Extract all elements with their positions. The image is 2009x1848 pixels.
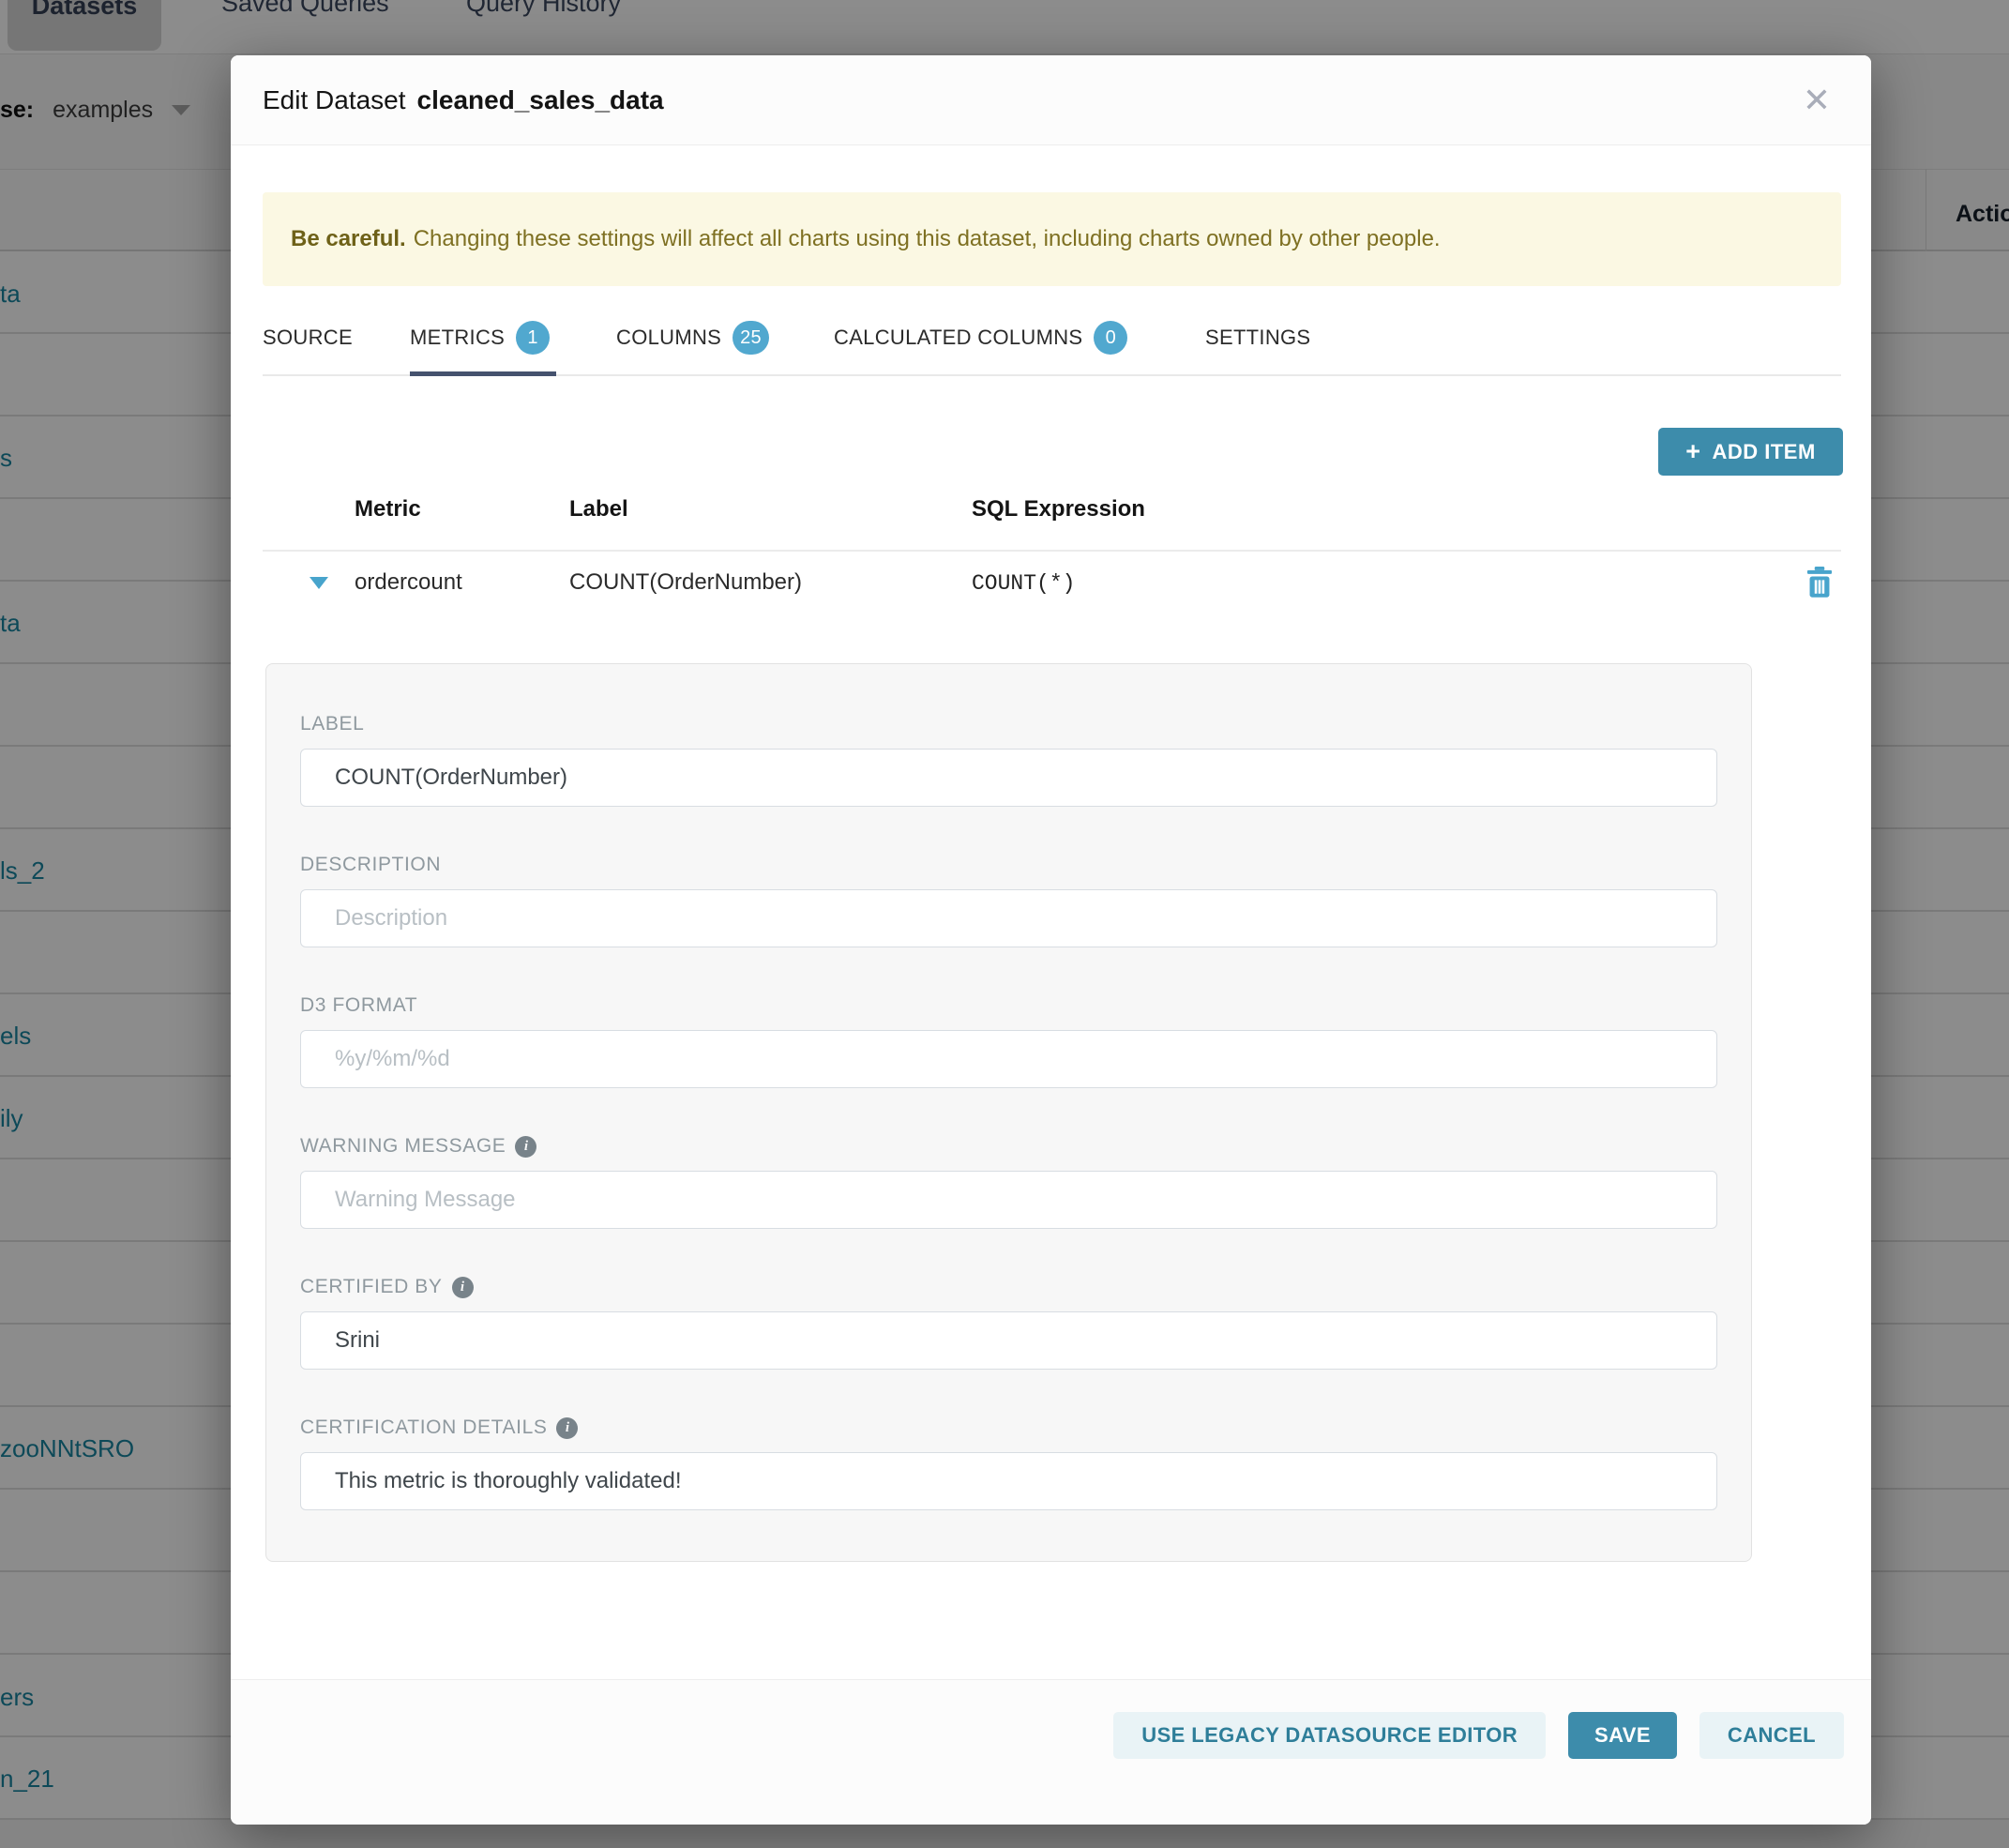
calculated-columns-count-badge: 0 xyxy=(1094,321,1127,355)
metrics-count-badge: 1 xyxy=(516,321,550,355)
expander-caret-icon[interactable] xyxy=(310,577,328,589)
warning-banner-bold: Be careful. xyxy=(291,226,406,251)
field-group-certified-by: CERTIFIED BY i xyxy=(300,1274,1717,1370)
tab-calculated-columns[interactable]: CALCULATED COLUMNS 0 xyxy=(834,299,1127,376)
warning-banner-text: Changing these settings will affect all … xyxy=(414,226,1441,251)
certified-by-input[interactable] xyxy=(300,1311,1717,1370)
column-header-sql-expression: SQL Expression xyxy=(972,496,1145,523)
edit-dataset-modal: Edit Dataset cleaned_sales_data ✕ Be car… xyxy=(231,55,1871,1825)
d3-format-field-label: D3 FORMAT xyxy=(300,994,417,1017)
add-item-button[interactable]: + ADD ITEM xyxy=(1658,428,1843,476)
table-header-divider xyxy=(263,550,1841,552)
screen: Datasets Saved Queries Query History se:… xyxy=(0,0,2009,1848)
info-icon[interactable]: i xyxy=(556,1417,578,1439)
columns-count-badge: 25 xyxy=(733,321,769,355)
label-field-label: LABEL xyxy=(300,713,364,735)
tab-settings[interactable]: SETTINGS xyxy=(1205,299,1310,376)
column-header-metric: Metric xyxy=(355,496,421,523)
info-icon[interactable]: i xyxy=(515,1136,536,1158)
modal-title-prefix: Edit Dataset xyxy=(263,85,406,115)
column-header-label: Label xyxy=(569,496,628,523)
label-input[interactable] xyxy=(300,749,1717,807)
plus-icon: + xyxy=(1685,439,1700,464)
metric-detail-panel: LABEL DESCRIPTION D3 FORMAT WARNING MESS… xyxy=(265,663,1752,1562)
description-input[interactable] xyxy=(300,889,1717,947)
dataset-name: cleaned_sales_data xyxy=(417,85,664,115)
metric-label-cell: COUNT(OrderNumber) xyxy=(569,569,802,596)
modal-title: Edit Dataset cleaned_sales_data xyxy=(263,55,664,145)
save-button[interactable]: SAVE xyxy=(1568,1712,1677,1759)
tab-source[interactable]: SOURCE xyxy=(263,299,353,376)
warning-message-field-label: WARNING MESSAGE xyxy=(300,1135,506,1158)
cancel-button[interactable]: CANCEL xyxy=(1699,1712,1844,1759)
certification-details-input[interactable] xyxy=(300,1452,1717,1510)
certification-details-field-label: CERTIFICATION DETAILS xyxy=(300,1416,547,1439)
tab-columns[interactable]: COLUMNS 25 xyxy=(616,299,769,376)
modal-tab-bar: SOURCE METRICS 1 COLUMNS 25 CALCULATED C… xyxy=(263,299,1841,376)
active-tab-underline xyxy=(410,371,556,376)
info-icon[interactable]: i xyxy=(452,1277,474,1298)
description-field-label: DESCRIPTION xyxy=(300,854,441,876)
d3-format-input[interactable] xyxy=(300,1030,1717,1088)
modal-header: Edit Dataset cleaned_sales_data ✕ xyxy=(231,55,1871,145)
field-group-label: LABEL xyxy=(300,711,1717,807)
field-group-warning-message: WARNING MESSAGE i xyxy=(300,1133,1717,1229)
certified-by-field-label: CERTIFIED BY xyxy=(300,1276,443,1298)
field-group-certification-details: CERTIFICATION DETAILS i xyxy=(300,1415,1717,1510)
metric-name-cell: ordercount xyxy=(355,569,462,596)
trash-icon[interactable] xyxy=(1803,566,1836,601)
field-group-d3-format: D3 FORMAT xyxy=(300,992,1717,1088)
close-icon[interactable]: ✕ xyxy=(1792,76,1841,125)
warning-message-input[interactable] xyxy=(300,1171,1717,1229)
use-legacy-datasource-editor-button[interactable]: USE LEGACY DATASOURCE EDITOR xyxy=(1113,1712,1546,1759)
field-group-description: DESCRIPTION xyxy=(300,852,1717,947)
modal-footer: USE LEGACY DATASOURCE EDITOR SAVE CANCEL xyxy=(231,1679,1871,1825)
metric-sql-cell: COUNT(*) xyxy=(972,571,1075,596)
tab-metrics[interactable]: METRICS 1 xyxy=(410,299,550,376)
warning-banner: Be careful. Changing these settings will … xyxy=(263,192,1841,286)
